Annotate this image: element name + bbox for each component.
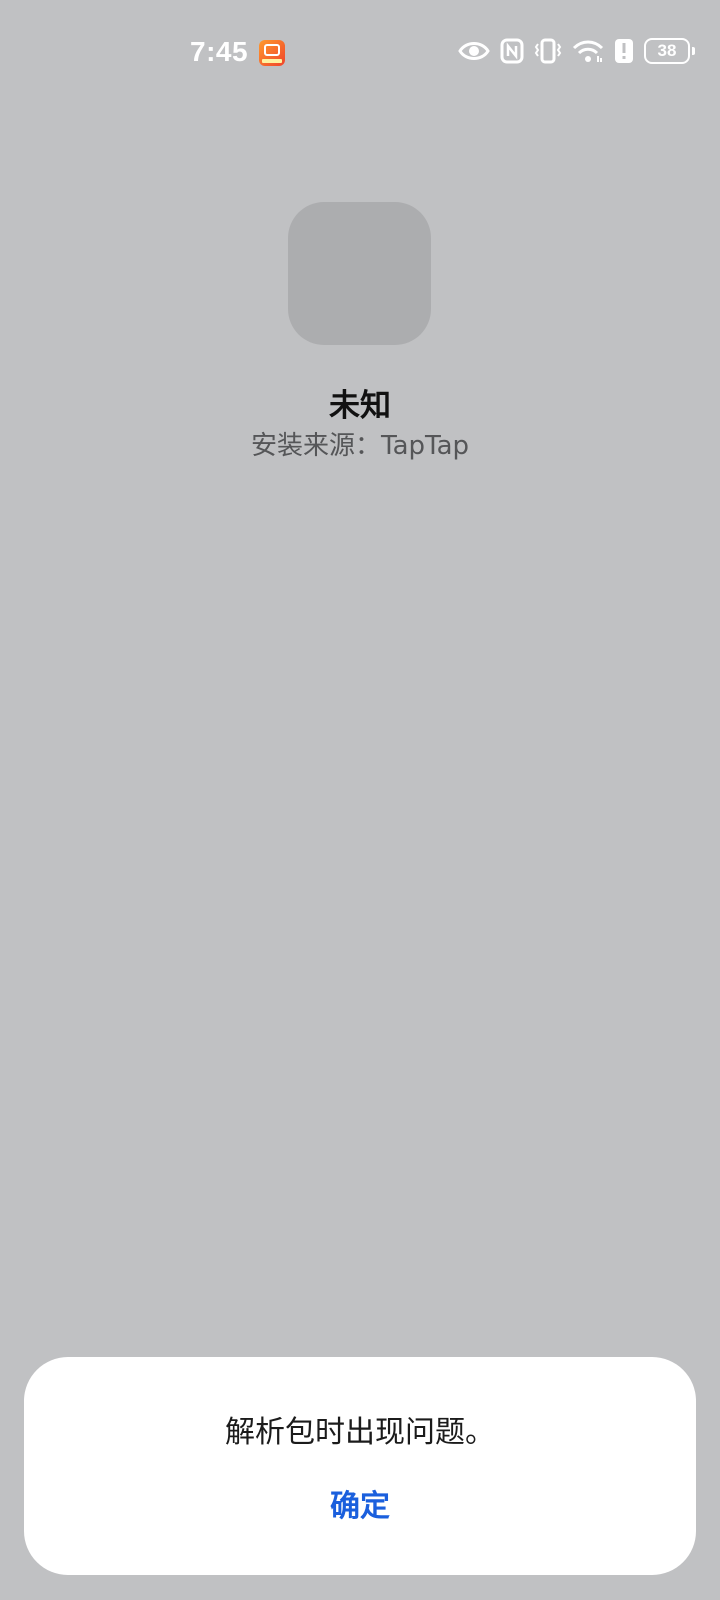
vibrate-icon [534, 38, 562, 64]
confirm-button[interactable]: 确定 [260, 1475, 460, 1539]
alert-icon [614, 38, 634, 64]
wifi-icon [572, 39, 604, 63]
error-dialog: 解析包时出现问题。 确定 [24, 1357, 696, 1575]
status-bar: 7:45 38 [0, 0, 720, 100]
red-app-icon [259, 40, 285, 66]
dialog-message: 解析包时出现问题。 [225, 1415, 495, 1450]
app-icon-placeholder [288, 202, 431, 345]
install-source: 安装来源：TapTap [250, 431, 470, 461]
battery-level: 38 [657, 41, 677, 60]
status-time: 7:45 [190, 36, 249, 67]
battery-icon: 38 [644, 38, 695, 64]
status-icons: 38 [458, 38, 695, 64]
nfc-icon [500, 38, 524, 64]
app-name: 未知 [329, 388, 391, 424]
eye-icon [458, 39, 490, 63]
